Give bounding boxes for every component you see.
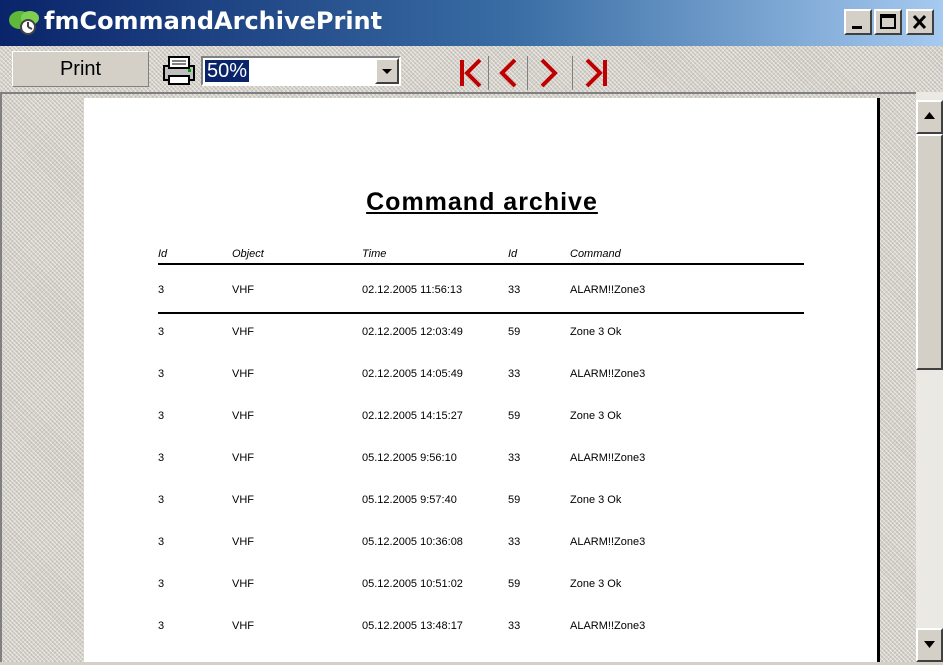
cell-command: Zone 3 Ok — [570, 326, 622, 338]
next-page-button[interactable] — [532, 56, 566, 90]
cell-command: ALARM!!Zone3 — [570, 368, 646, 380]
cell-id: 3 — [158, 284, 165, 296]
first-page-button[interactable] — [454, 56, 488, 90]
cell-time: 02.12.2005 14:05:49 — [362, 368, 463, 380]
minimize-icon — [852, 26, 862, 29]
cell-command: ALARM!!Zone3 — [570, 620, 646, 632]
cell-command: ALARM!!Zone3 — [570, 536, 646, 548]
cell-time: 05.12.2005 13:48:17 — [362, 620, 463, 632]
zoom-value: 50% — [205, 60, 250, 82]
cell-command: Zone 3 Ok — [570, 410, 622, 422]
last-page-button[interactable] — [579, 56, 613, 90]
cell-id: 3 — [158, 578, 165, 590]
cell-object: VHF — [232, 494, 254, 506]
cell-command-id: 33 — [508, 452, 521, 464]
cell-id: 3 — [158, 620, 165, 632]
cell-time: 05.12.2005 10:36:08 — [362, 536, 463, 548]
column-header-object: Object — [232, 248, 264, 260]
column-header-id: Id — [158, 248, 168, 260]
cell-object: VHF — [232, 284, 254, 296]
prev-page-icon — [499, 58, 517, 88]
cell-command-id: 59 — [508, 326, 521, 338]
row-separator — [158, 312, 804, 314]
cell-id: 3 — [158, 410, 165, 422]
toolbar-separator — [527, 56, 528, 90]
cell-time: 05.12.2005 10:51:02 — [362, 578, 463, 590]
header-rule — [158, 263, 804, 265]
cell-object: VHF — [232, 410, 254, 422]
cell-id: 3 — [158, 494, 165, 506]
maximize-button[interactable] — [874, 9, 902, 35]
cell-command: ALARM!!Zone3 — [570, 284, 646, 296]
cell-time: 05.12.2005 9:56:10 — [362, 452, 457, 464]
zoom-select[interactable]: 50% — [201, 56, 401, 86]
cell-command-id: 33 — [508, 620, 521, 632]
last-page-icon — [585, 58, 607, 88]
cell-id: 3 — [158, 536, 165, 548]
cell-object: VHF — [232, 452, 254, 464]
column-header-command: Command — [570, 248, 621, 260]
printer-icon[interactable] — [160, 54, 198, 86]
cell-object: VHF — [232, 620, 254, 632]
zoom-dropdown-button[interactable] — [375, 58, 399, 84]
title-bar[interactable]: fmCommandArchivePrint — [0, 0, 943, 46]
toolbar-separator — [488, 56, 489, 90]
minimize-button[interactable] — [844, 9, 872, 35]
report-title: Command archive — [366, 188, 598, 216]
cell-time: 02.12.2005 14:15:27 — [362, 410, 463, 422]
app-icon — [9, 11, 39, 35]
cell-command: ALARM!!Zone3 — [570, 452, 646, 464]
close-button[interactable] — [906, 9, 934, 35]
cell-command-id: 33 — [508, 536, 521, 548]
maximize-icon — [880, 14, 896, 29]
cell-time: 02.12.2005 12:03:49 — [362, 326, 463, 338]
cell-object: VHF — [232, 326, 254, 338]
cell-command-id: 33 — [508, 368, 521, 380]
dropdown-arrow-icon — [382, 69, 392, 74]
cell-id: 3 — [158, 368, 165, 380]
cell-command-id: 33 — [508, 284, 521, 296]
window-title: fmCommandArchivePrint — [44, 7, 383, 35]
toolbar-separator — [572, 56, 573, 90]
cell-time: 05.12.2005 9:57:40 — [362, 494, 457, 506]
scroll-up-icon — [924, 112, 935, 119]
scroll-up-button[interactable] — [916, 100, 943, 134]
cell-command-id: 59 — [508, 494, 521, 506]
cell-object: VHF — [232, 368, 254, 380]
scroll-down-button[interactable] — [916, 628, 943, 662]
column-header-time: Time — [362, 248, 387, 260]
column-header-command-id: Id — [508, 248, 518, 260]
cell-id: 3 — [158, 452, 165, 464]
first-page-icon — [460, 58, 482, 88]
cell-object: VHF — [232, 578, 254, 590]
cell-command: Zone 3 Ok — [570, 578, 622, 590]
cell-id: 3 — [158, 326, 165, 338]
cell-command: Zone 3 Ok — [570, 494, 622, 506]
report-page: Command archive Id Object Time Id Comman… — [84, 98, 880, 662]
cell-command-id: 59 — [508, 410, 521, 422]
cell-command-id: 59 — [508, 578, 521, 590]
scroll-down-icon — [924, 641, 935, 648]
cell-object: VHF — [232, 536, 254, 548]
next-page-icon — [540, 58, 558, 88]
close-icon — [912, 14, 927, 30]
print-button[interactable]: Print — [12, 51, 149, 87]
previous-page-button[interactable] — [493, 56, 527, 90]
cell-time: 02.12.2005 11:56:13 — [362, 284, 463, 296]
scroll-thumb[interactable] — [916, 134, 943, 370]
